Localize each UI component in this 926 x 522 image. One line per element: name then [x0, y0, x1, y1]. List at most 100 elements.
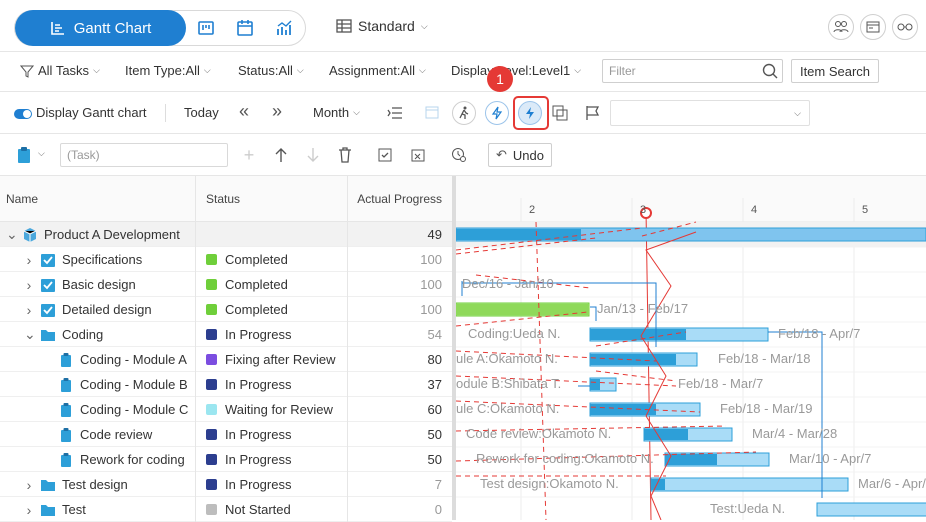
progress-column-header[interactable]: Actual Progress — [348, 176, 452, 222]
task-name[interactable]: Code review — [80, 427, 152, 442]
task-name[interactable]: Test — [62, 502, 86, 517]
status-cell[interactable]: Not Started — [196, 497, 348, 522]
clock-settings-icon[interactable] — [450, 146, 468, 164]
task-input[interactable]: (Task) — [60, 143, 228, 167]
progress-cell[interactable]: 7 — [348, 472, 452, 497]
display-gantt-toggle[interactable] — [14, 109, 32, 119]
task-name[interactable]: Basic design — [62, 277, 136, 292]
progress-value: 50 — [427, 452, 442, 467]
scale-dropdown[interactable]: Month ⌵ — [313, 105, 360, 120]
table-row[interactable]: › Basic design Completed 100 — [0, 272, 452, 297]
table-row[interactable]: Coding - Module A Fixing after Review 80 — [0, 347, 452, 372]
indent-icon[interactable] — [387, 105, 403, 124]
status-cell[interactable]: Completed — [196, 272, 348, 297]
task-name[interactable]: Product A Development — [44, 227, 180, 242]
table-row[interactable]: › Specifications Completed 100 — [0, 247, 452, 272]
search-icon[interactable] — [762, 63, 778, 82]
chevron-down-icon: ⌵ — [418, 65, 426, 75]
status-cell[interactable]: In Progress — [196, 372, 348, 397]
progress-cell[interactable]: 37 — [348, 372, 452, 397]
progress-cell[interactable]: 50 — [348, 422, 452, 447]
trash-icon[interactable] — [336, 146, 354, 164]
status-cell[interactable]: In Progress — [196, 447, 348, 472]
progress-cell[interactable]: 0 — [348, 497, 452, 522]
window-icon[interactable] — [860, 14, 886, 40]
delete-calendar-icon[interactable] — [409, 146, 427, 164]
all-tasks-dropdown[interactable]: All Tasks ⌵ — [20, 63, 100, 78]
arrow-up-icon[interactable] — [272, 146, 290, 164]
status-cell[interactable] — [196, 222, 348, 247]
progress-cell[interactable]: 80 — [348, 347, 452, 372]
status-column-header[interactable]: Status — [196, 176, 348, 222]
progress-cell[interactable]: 100 — [348, 297, 452, 322]
expand-toggle-icon[interactable]: ⌄ — [24, 326, 36, 343]
status-cell[interactable]: In Progress — [196, 322, 348, 347]
flag-icon[interactable] — [585, 105, 601, 124]
today-button[interactable]: Today — [184, 105, 219, 120]
progress-cell[interactable]: 54 — [348, 322, 452, 347]
members-icon[interactable] — [828, 14, 854, 40]
empty-select[interactable]: ⌵ — [610, 100, 810, 126]
table-row[interactable]: Coding - Module C Waiting for Review 60 — [0, 397, 452, 422]
table-row[interactable]: ⌄ Product A Development 49 — [0, 222, 452, 247]
progress-cell[interactable]: 100 — [348, 247, 452, 272]
glasses-icon[interactable] — [892, 14, 918, 40]
progress-cell[interactable]: 50 — [348, 447, 452, 472]
progress-cell[interactable]: 49 — [348, 222, 452, 247]
task-name[interactable]: Coding - Module A — [80, 352, 187, 367]
expand-toggle-icon[interactable]: › — [24, 477, 34, 493]
assignment-dropdown[interactable]: Assignment:All ⌵ — [329, 63, 426, 78]
task-name[interactable]: Test design — [62, 477, 128, 492]
task-name[interactable]: Specifications — [62, 252, 142, 267]
chevron-down-icon[interactable]: ⌵ — [38, 148, 45, 159]
task-name[interactable]: Detailed design — [62, 302, 152, 317]
chevron-down-icon: ⌵ — [574, 65, 582, 75]
expand-toggle-icon[interactable]: ⌄ — [6, 226, 18, 243]
status-cell[interactable]: Completed — [196, 297, 348, 322]
table-row[interactable]: Rework for coding In Progress 50 — [0, 447, 452, 472]
double-left-icon[interactable]: « — [239, 101, 249, 122]
table-row[interactable]: › Test Not Started 0 — [0, 497, 452, 522]
gantt-bar-label: odule B:Shibata T. — [456, 376, 562, 391]
view-selector[interactable]: Standard ⌵ — [336, 18, 428, 34]
progress-cell[interactable]: 100 — [348, 272, 452, 297]
filter-input[interactable]: Filter — [602, 59, 783, 83]
status-cell[interactable]: In Progress — [196, 472, 348, 497]
name-column-header[interactable]: Name — [0, 176, 196, 222]
progress-cell[interactable]: 60 — [348, 397, 452, 422]
table-row[interactable]: ⌄ Coding In Progress 54 — [0, 322, 452, 347]
expand-toggle-icon[interactable]: › — [24, 252, 34, 268]
item-type-dropdown[interactable]: Item Type:All ⌵ — [125, 63, 211, 78]
table-row[interactable]: › Detailed design Completed 100 — [0, 297, 452, 322]
undo-button[interactable]: ↶ Undo — [488, 143, 552, 167]
clipboard-icon[interactable] — [17, 146, 31, 167]
status-dropdown[interactable]: Status:All ⌵ — [238, 63, 304, 78]
analytics-icon[interactable] — [276, 19, 294, 37]
status-cell[interactable]: Fixing after Review — [196, 347, 348, 372]
display-level-dropdown[interactable]: Display Level:Level1 ⌵ — [451, 63, 581, 78]
double-right-icon[interactable]: » — [272, 101, 282, 122]
task-name[interactable]: Coding - Module B — [80, 377, 188, 392]
table-row[interactable]: Code review In Progress 50 — [0, 422, 452, 447]
status-cell[interactable]: Completed — [196, 247, 348, 272]
gantt-chart-tab[interactable]: Gantt Chart — [15, 10, 186, 46]
expand-toggle-icon[interactable]: › — [24, 277, 34, 293]
table-row[interactable]: Coding - Module B In Progress 37 — [0, 372, 452, 397]
lightning-outline-icon[interactable] — [485, 101, 509, 125]
status-cell[interactable]: Waiting for Review — [196, 397, 348, 422]
item-search-button[interactable]: Item Search — [791, 59, 879, 83]
copy-icon[interactable] — [552, 105, 568, 124]
walk-icon[interactable] — [452, 101, 476, 125]
calendar-icon[interactable] — [236, 19, 254, 37]
status-cell[interactable]: In Progress — [196, 422, 348, 447]
chevron-down-icon: ⌵ — [93, 65, 100, 75]
task-name[interactable]: Coding — [62, 327, 103, 342]
table-row[interactable]: › Test design In Progress 7 — [0, 472, 452, 497]
task-name[interactable]: Rework for coding — [80, 452, 185, 467]
checkbox-icon[interactable] — [376, 146, 394, 164]
expand-toggle-icon[interactable]: › — [24, 502, 34, 518]
status-color-swatch — [206, 379, 217, 390]
expand-toggle-icon[interactable]: › — [24, 302, 34, 318]
task-name[interactable]: Coding - Module C — [80, 402, 188, 417]
board-icon[interactable] — [197, 19, 215, 37]
